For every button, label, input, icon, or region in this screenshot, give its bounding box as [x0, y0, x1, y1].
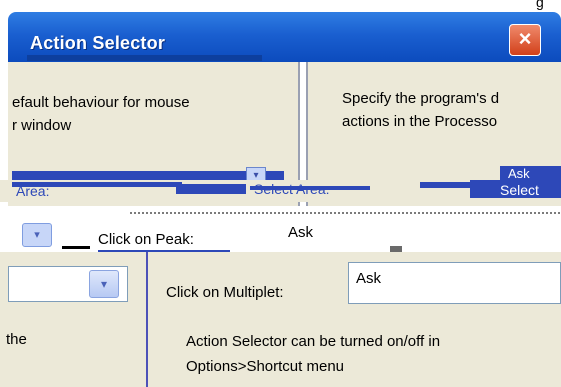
- chevron-down-icon: ▾: [34, 229, 40, 241]
- multiplet-value: Ask: [356, 270, 382, 287]
- close-button[interactable]: ×: [509, 24, 541, 56]
- bottom-left-text: the: [6, 331, 27, 348]
- corner-text-fragment: g: [536, 0, 544, 10]
- peak-dash: [62, 246, 90, 249]
- info-text-line1: Action Selector can be turned on/off in: [186, 333, 441, 350]
- dotted-separator: [130, 212, 560, 214]
- bottom-left-dropdown-button[interactable]: ▾: [89, 270, 119, 298]
- close-icon: ×: [518, 26, 532, 51]
- peak-dropdown-button[interactable]: ▾: [22, 223, 52, 247]
- glitch-select-area-label: Select Area:: [254, 181, 330, 197]
- title-underline: [27, 55, 262, 61]
- right-description-line2: actions in the Processo: [342, 113, 498, 130]
- glitch-bar: [176, 184, 246, 194]
- window-title: Action Selector: [30, 33, 166, 53]
- chevron-down-icon: ▾: [100, 277, 108, 291]
- peak-label: Click on Peak:: [98, 231, 194, 248]
- info-text-line2: Options>Shortcut menu: [186, 358, 345, 375]
- peak-value[interactable]: Ask: [288, 224, 313, 241]
- glitch-area-label: Area:: [16, 183, 50, 199]
- glitch-select-label: Select: [500, 182, 539, 198]
- right-description-line1: Specify the program's d: [342, 90, 500, 107]
- multiplet-label: Click on Multiplet:: [166, 284, 284, 301]
- left-description-line1: efault behaviour for mouse: [12, 94, 190, 111]
- render-glitch-band: Area: Select Area: Select: [0, 180, 561, 202]
- left-description-line2: r window: [12, 117, 72, 134]
- right-select-value: Ask: [508, 166, 530, 181]
